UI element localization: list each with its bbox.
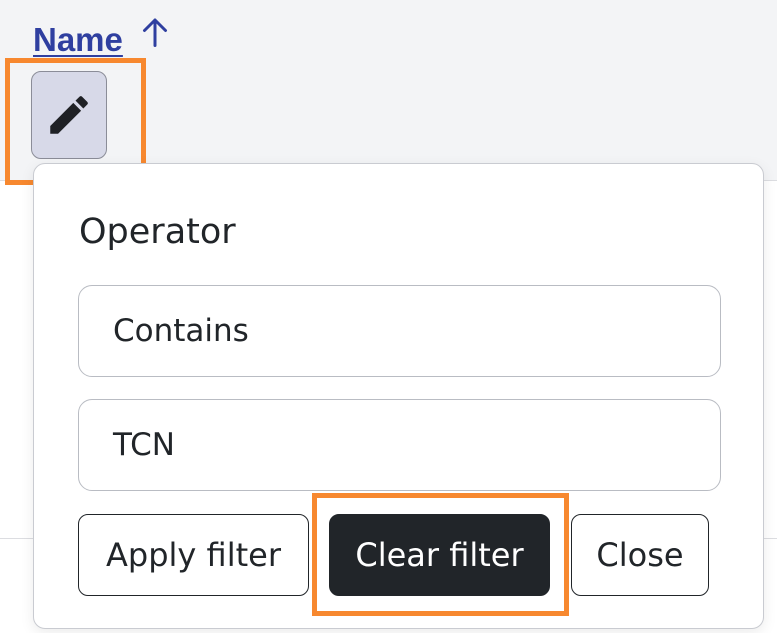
close-button[interactable]: Close: [571, 514, 709, 596]
filter-value-input[interactable]: TCN: [78, 399, 721, 491]
column-header-name: Name: [33, 16, 173, 64]
edit-filter-button[interactable]: [31, 71, 107, 159]
clear-filter-button[interactable]: Clear filter: [329, 514, 550, 596]
pencil-icon: [50, 96, 88, 134]
sort-by-name-link[interactable]: Name: [33, 16, 123, 64]
operator-select[interactable]: Contains: [78, 285, 721, 377]
apply-filter-button[interactable]: Apply filter: [78, 514, 309, 596]
filter-popover: Operator Contains TCN Apply filter Clear…: [33, 163, 764, 629]
arrow-up-icon: [142, 18, 167, 47]
operator-label: Operator: [79, 212, 236, 252]
